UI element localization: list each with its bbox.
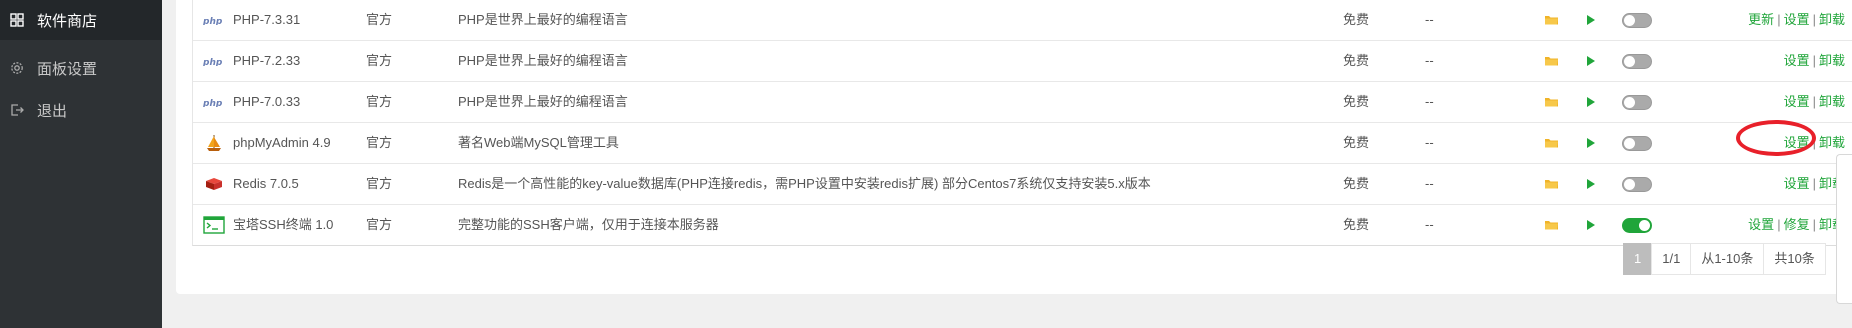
sidebar-item-label: 退出 bbox=[37, 102, 68, 120]
sidebar-item-label: 软件商店 bbox=[37, 12, 98, 30]
source: 官方 bbox=[366, 135, 393, 150]
expire: -- bbox=[1425, 12, 1434, 27]
folder-icon[interactable] bbox=[1544, 205, 1559, 245]
sidebar-item-software-store[interactable]: 软件商店 bbox=[0, 0, 162, 40]
php-logo-icon: php bbox=[203, 51, 225, 71]
sidebar: 软件商店 面板设置 退出 bbox=[0, 0, 162, 328]
expire: -- bbox=[1425, 176, 1434, 191]
source: 官方 bbox=[366, 12, 393, 27]
settings-link[interactable]: 设置 bbox=[1784, 53, 1810, 68]
svg-text:php: php bbox=[203, 99, 223, 107]
uninstall-link[interactable]: 卸载 bbox=[1819, 53, 1845, 68]
homepage-toggle[interactable] bbox=[1622, 176, 1652, 192]
folder-icon[interactable] bbox=[1544, 0, 1559, 40]
sailboat-icon bbox=[203, 133, 225, 153]
price: 免费 bbox=[1343, 12, 1370, 27]
description: 完整功能的SSH客户端，仅用于连接本服务器 bbox=[458, 217, 719, 232]
software-name: Redis 7.0.5 bbox=[233, 176, 299, 191]
table-row: Redis 7.0.5 官方 Redis是一个高性能的key-value数据库(… bbox=[193, 164, 1852, 205]
sidebar-item-logout[interactable]: 退出 bbox=[0, 88, 162, 132]
price: 免费 bbox=[1343, 217, 1370, 232]
homepage-toggle[interactable] bbox=[1622, 53, 1652, 69]
play-icon[interactable] bbox=[1586, 123, 1596, 163]
price: 免费 bbox=[1343, 176, 1370, 191]
svg-text:php: php bbox=[203, 58, 223, 66]
page-range: 从1-10条 bbox=[1690, 243, 1765, 275]
settings-link[interactable]: 设置 bbox=[1784, 176, 1810, 191]
play-icon[interactable] bbox=[1586, 0, 1596, 40]
ops: 设置 | 修复 | 卸载 bbox=[1748, 217, 1845, 232]
expire: -- bbox=[1425, 94, 1434, 109]
table-row: php PHP-7.3.31 官方 PHP是世界上最好的编程语言 免费 -- 更新… bbox=[193, 0, 1852, 41]
source: 官方 bbox=[366, 94, 393, 109]
ops: 更新 | 设置 | 卸载 bbox=[1748, 12, 1845, 27]
repair-link[interactable]: 修复 bbox=[1784, 217, 1810, 232]
settings-link[interactable]: 设置 bbox=[1748, 217, 1774, 232]
table-row: phpMyAdmin 4.9 官方 著名Web端MySQL管理工具 免费 -- … bbox=[193, 123, 1852, 164]
floating-toolbar[interactable] bbox=[1836, 154, 1852, 304]
homepage-toggle[interactable] bbox=[1622, 12, 1652, 28]
source: 官方 bbox=[366, 53, 393, 68]
php-logo-icon: php bbox=[203, 92, 225, 112]
software-name: phpMyAdmin 4.9 bbox=[233, 135, 331, 150]
price: 免费 bbox=[1343, 53, 1370, 68]
ops: 设置 | 卸载 bbox=[1783, 94, 1845, 109]
expire: -- bbox=[1425, 217, 1434, 232]
grid-icon bbox=[9, 12, 25, 28]
settings-link[interactable]: 设置 bbox=[1784, 94, 1810, 109]
table-row: php PHP-7.2.33 官方 PHP是世界上最好的编程语言 免费 -- 设置… bbox=[193, 41, 1852, 82]
pagination: 1 1/1 从1-10条 共10条 bbox=[1623, 243, 1826, 275]
update-link[interactable]: 更新 bbox=[1748, 12, 1774, 27]
software-name: 宝塔SSH终端 1.0 bbox=[233, 217, 334, 232]
table-row: 宝塔SSH终端 1.0 官方 完整功能的SSH客户端，仅用于连接本服务器 免费 … bbox=[193, 205, 1852, 245]
folder-icon[interactable] bbox=[1544, 123, 1559, 163]
software-name: PHP-7.3.31 bbox=[233, 12, 301, 27]
expire: -- bbox=[1425, 135, 1434, 150]
description: PHP是世界上最好的编程语言 bbox=[458, 53, 628, 68]
uninstall-link[interactable]: 卸载 bbox=[1819, 94, 1845, 109]
folder-icon[interactable] bbox=[1544, 82, 1559, 122]
folder-icon[interactable] bbox=[1544, 164, 1559, 204]
source: 官方 bbox=[366, 217, 393, 232]
source: 官方 bbox=[366, 176, 393, 191]
homepage-toggle[interactable] bbox=[1622, 217, 1652, 233]
description: 著名Web端MySQL管理工具 bbox=[458, 135, 619, 150]
price: 免费 bbox=[1343, 94, 1370, 109]
logout-icon bbox=[9, 102, 25, 118]
page-count: 1/1 bbox=[1651, 243, 1692, 275]
settings-link[interactable]: 设置 bbox=[1784, 12, 1810, 27]
svg-text:php: php bbox=[203, 17, 223, 25]
page-total: 共10条 bbox=[1763, 243, 1826, 275]
gear-icon bbox=[9, 60, 25, 76]
expire: -- bbox=[1425, 53, 1434, 68]
ops: 设置 | 卸载 bbox=[1783, 53, 1845, 68]
homepage-toggle[interactable] bbox=[1622, 94, 1652, 110]
php-logo-icon: php bbox=[203, 10, 225, 30]
table-row: php PHP-7.0.33 官方 PHP是世界上最好的编程语言 免费 -- 设置… bbox=[193, 82, 1852, 123]
uninstall-link[interactable]: 卸载 bbox=[1819, 12, 1845, 27]
homepage-toggle[interactable] bbox=[1622, 135, 1652, 151]
redis-logo-icon bbox=[203, 174, 225, 194]
play-icon[interactable] bbox=[1586, 41, 1596, 81]
play-icon[interactable] bbox=[1586, 205, 1596, 245]
price: 免费 bbox=[1343, 135, 1370, 150]
terminal-icon bbox=[203, 215, 225, 235]
page-current[interactable]: 1 bbox=[1623, 243, 1653, 275]
sidebar-item-panel-settings[interactable]: 面板设置 bbox=[0, 46, 162, 90]
description: PHP是世界上最好的编程语言 bbox=[458, 12, 628, 27]
annotation-circle bbox=[1736, 120, 1816, 156]
sidebar-item-label: 面板设置 bbox=[37, 60, 98, 78]
play-icon[interactable] bbox=[1586, 164, 1596, 204]
description: Redis是一个高性能的key-value数据库(PHP连接redis，需PHP… bbox=[458, 176, 1151, 191]
software-table: php PHP-7.3.31 官方 PHP是世界上最好的编程语言 免费 -- 更新… bbox=[192, 0, 1852, 246]
play-icon[interactable] bbox=[1586, 82, 1596, 122]
uninstall-link[interactable]: 卸载 bbox=[1819, 135, 1845, 150]
folder-icon[interactable] bbox=[1544, 41, 1559, 81]
description: PHP是世界上最好的编程语言 bbox=[458, 94, 628, 109]
software-name: PHP-7.2.33 bbox=[233, 53, 301, 68]
software-name: PHP-7.0.33 bbox=[233, 94, 301, 109]
